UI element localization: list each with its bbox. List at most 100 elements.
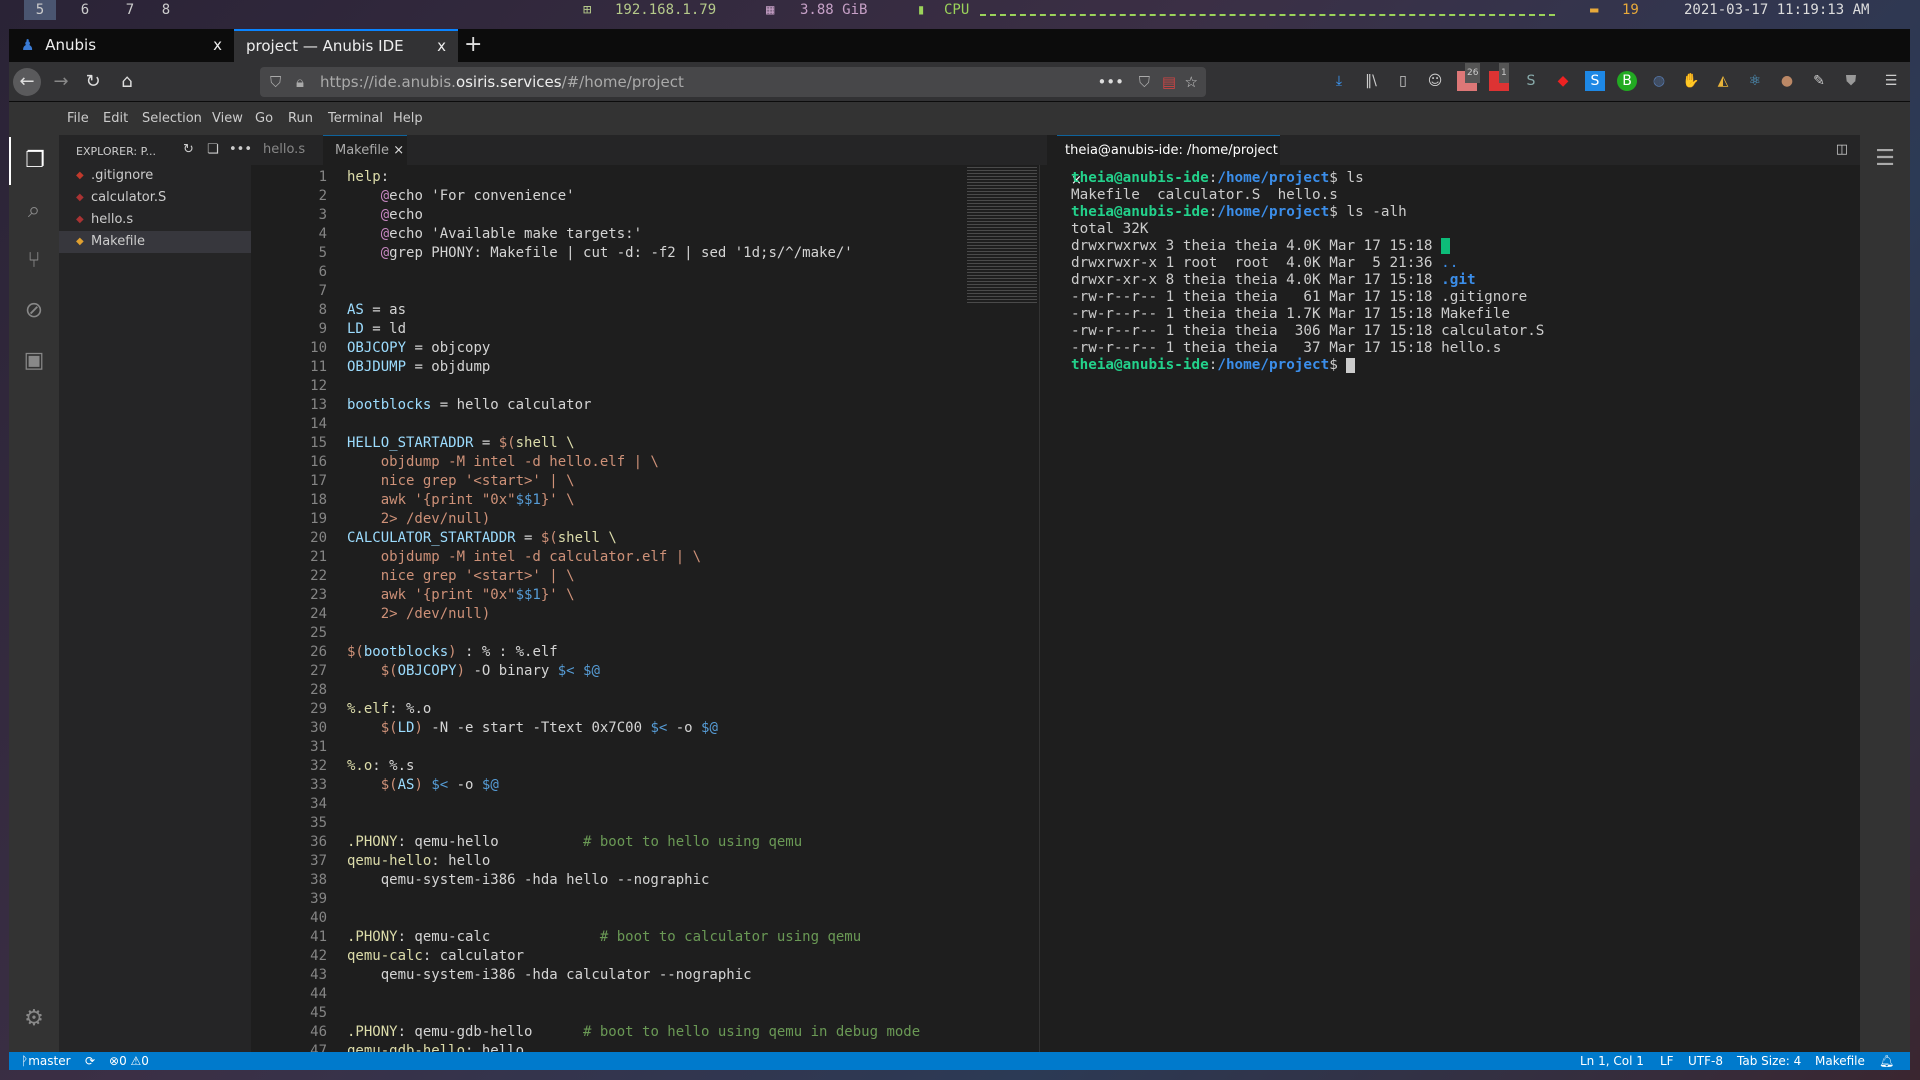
url-bar[interactable]: ⛉ 🔒︎ https://ide.anubis.osiris.services/… (260, 67, 1206, 97)
problems-indicator[interactable]: ⊗0 ⚠0 (109, 1052, 149, 1070)
extension-icon[interactable]: B (1617, 71, 1637, 91)
forward-button[interactable]: → (47, 68, 75, 96)
ublock-icon[interactable]: ⛊ (1841, 71, 1861, 91)
pocket-icon[interactable]: ⛉ (1139, 67, 1150, 97)
menu-selection[interactable]: Selection (142, 111, 202, 126)
code-area[interactable]: 1 help: 2 @echo 'For convenience' 3 @echo 4 … (251, 165, 1047, 1052)
menu-edit[interactable]: Edit (103, 111, 128, 126)
bookmark-star-icon[interactable]: ☆ (1185, 67, 1198, 97)
close-icon[interactable]: × (393, 143, 404, 158)
extension-s-icon[interactable]: S (1585, 71, 1605, 91)
tab-size[interactable]: Tab Size: 4 (1737, 1052, 1801, 1070)
explorer-icon[interactable]: ❐ (9, 137, 59, 185)
menu-view[interactable]: View (212, 111, 243, 126)
split-editor-icon[interactable]: ◫ (1836, 142, 1848, 157)
file-item[interactable]: ◆ hello.s (59, 209, 251, 231)
hamburger-menu-icon[interactable]: ☰ (1881, 71, 1901, 91)
menu-file[interactable]: File (67, 111, 89, 126)
tab-label: hello.s (263, 142, 306, 157)
sync-icon[interactable]: ⟳ (85, 1052, 95, 1070)
code-line: 38 qemu-system-i386 -hda hello --nograph… (251, 871, 1047, 890)
menu-terminal[interactable]: Terminal (328, 111, 383, 126)
notifications-bell-icon[interactable]: 🔔︎ (1879, 1052, 1894, 1070)
editor-tab-hello-s[interactable]: hello.s (251, 135, 323, 165)
source-control-icon[interactable]: ⑂ (9, 237, 59, 285)
line-text: @echo 'Available make targets:' (347, 225, 642, 244)
flag-icon[interactable]: ▤ (1162, 67, 1176, 97)
back-button[interactable]: ← (13, 68, 41, 96)
file-item[interactable]: ◆ .gitignore (59, 165, 251, 187)
language-mode[interactable]: Makefile (1815, 1052, 1865, 1070)
extension-icon[interactable]: ◆ (1553, 71, 1573, 91)
workspace-7[interactable]: 7 (114, 0, 146, 20)
line-ending[interactable]: LF (1660, 1052, 1674, 1070)
extensions-icon[interactable]: ▣ (9, 337, 59, 385)
menu-help[interactable]: Help (393, 111, 423, 126)
browser-tab-anubis[interactable]: ♟ Anubis x (9, 29, 234, 62)
code-token: : %.o (389, 701, 432, 717)
adblock-icon[interactable]: ✋ (1681, 71, 1701, 91)
line-number: 46 (310, 1024, 327, 1040)
line-number: 13 (310, 397, 327, 413)
download-icon[interactable]: ⤓ (1329, 71, 1349, 91)
menu-go[interactable]: Go (255, 111, 273, 126)
code-token: : qemu-calc (397, 929, 600, 945)
workspace-5[interactable]: 5 (24, 0, 56, 20)
more-actions-icon[interactable]: ••• (1097, 67, 1124, 97)
workspace-8[interactable]: 8 (150, 0, 182, 20)
line-text: @echo 'For convenience' (347, 187, 575, 206)
git-icon: ◆ (76, 170, 84, 181)
reload-button[interactable]: ↻ (79, 68, 107, 96)
line-text: $(LD) -N -e start -Ttext 0x7C00 $< -o $@ (347, 719, 718, 738)
search-icon[interactable]: ⌕ (9, 187, 59, 235)
line-number: 22 (310, 568, 327, 584)
extension-icon[interactable]: 26 (1457, 63, 1481, 91)
extension-icon[interactable]: 1 (1489, 63, 1509, 91)
new-tab-button[interactable]: + (464, 29, 482, 60)
line-text: nice grep '<start>' | \ (347, 472, 575, 491)
settings-gear-icon[interactable]: ⚙ (9, 995, 59, 1043)
line-number: 12 (310, 378, 327, 394)
outline-icon[interactable]: ☰ (1860, 135, 1910, 183)
file-item[interactable]: ◆ calculator.S (59, 187, 251, 209)
workspace-6[interactable]: 6 (69, 0, 101, 20)
collapse-all-icon[interactable]: ❏ (207, 142, 219, 157)
terminal-tab[interactable]: theia@anubis-ide: /home/project × (1057, 135, 1280, 188)
cursor-position[interactable]: Ln 1, Col 1 (1580, 1052, 1644, 1070)
code-token: qemu-system-i386 -hda hello --nographic (347, 872, 710, 888)
code-token: $< (650, 720, 668, 736)
library-icon[interactable]: ‖\ (1361, 71, 1381, 91)
encoding[interactable]: UTF-8 (1688, 1052, 1723, 1070)
more-icon[interactable]: ••• (229, 142, 252, 157)
editor-scrollbar[interactable] (1039, 165, 1047, 1052)
code-token: # boot to hello using qemu (583, 834, 803, 850)
code-line: 29 %.elf: %.o (251, 700, 1047, 719)
home-button[interactable]: ⌂ (113, 68, 141, 96)
code-token: . (1441, 238, 1450, 254)
file-item[interactable]: ◆ Makefile (59, 231, 251, 253)
refresh-icon[interactable]: ↻ (183, 142, 194, 157)
extension-icon[interactable]: ✎ (1809, 71, 1829, 91)
file-name: calculator.S (91, 190, 167, 205)
minimap[interactable] (967, 165, 1037, 305)
terminal-output[interactable]: theia@anubis-ide:/home/project$ ls Makefi… (1071, 170, 1544, 374)
close-tab-icon[interactable]: x (437, 31, 446, 62)
code-token: -rw-r--r-- 1 theia theia 306 Mar 17 15:1… (1071, 323, 1545, 339)
menu-run[interactable]: Run (288, 111, 313, 126)
globe-icon[interactable]: ◍ (1649, 71, 1669, 91)
browser-tab-project[interactable]: project — Anubis IDE x (234, 29, 458, 62)
extension-s-icon[interactable]: S (1521, 71, 1541, 91)
cookie-icon[interactable]: ● (1777, 71, 1797, 91)
code-token: : %.s (372, 758, 415, 774)
debug-icon[interactable]: ⊘ (9, 287, 59, 335)
code-token: .PHONY (347, 929, 398, 945)
line-text: @echo (347, 206, 423, 225)
react-icon[interactable]: ⚛ (1745, 71, 1765, 91)
branch-indicator[interactable]: ᚹmaster (21, 1052, 71, 1070)
account-icon[interactable]: ☺ (1425, 71, 1445, 91)
close-tab-icon[interactable]: x (213, 29, 222, 62)
editor-tab-makefile[interactable]: Makefile × (323, 135, 407, 165)
sidebar-icon[interactable]: ▯ (1393, 71, 1413, 91)
extension-icon[interactable]: ◭ (1713, 71, 1733, 91)
